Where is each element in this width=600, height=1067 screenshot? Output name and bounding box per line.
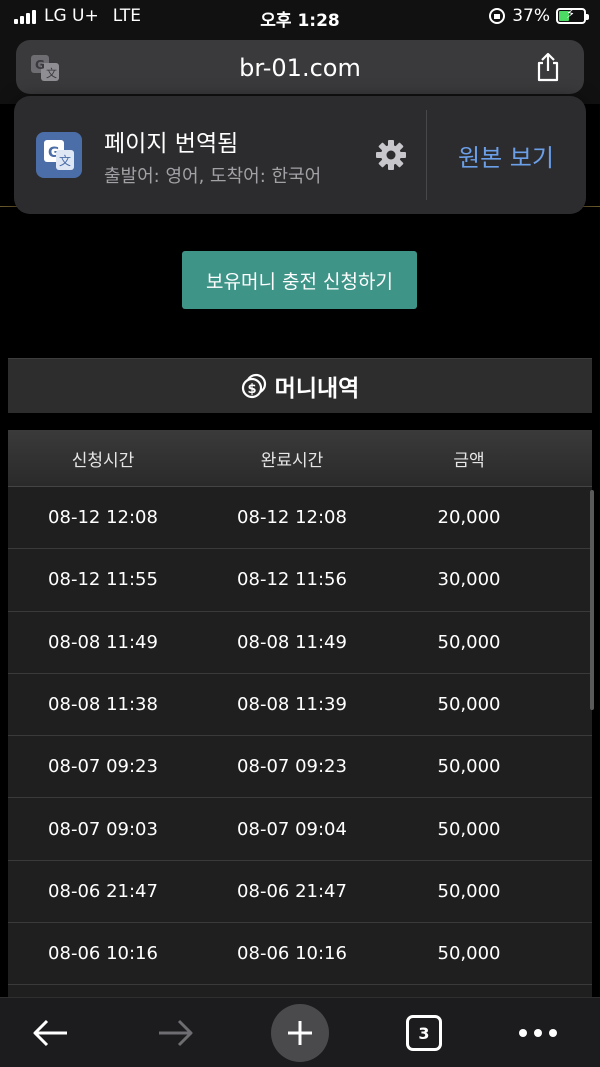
complete-time-cell: 08-07 09:23 xyxy=(237,756,347,778)
tabs-button[interactable]: 3 xyxy=(394,998,454,1067)
request-time-cell: 08-08 11:49 xyxy=(48,631,158,653)
back-button[interactable] xyxy=(20,998,80,1067)
header-request-time: 신청시간 xyxy=(71,450,135,471)
complete-time-cell: 08-08 11:49 xyxy=(237,631,347,653)
money-history-table: 신청시간 완료시간 금액 08-12 12:08 08-12 12:08 20,… xyxy=(8,430,592,1048)
gear-icon[interactable] xyxy=(374,138,408,172)
table-row: 08-06 10:16 08-06 10:16 50,000 xyxy=(8,923,592,986)
page-scrollbar[interactable] xyxy=(590,490,594,710)
tab-count-badge: 3 xyxy=(406,1015,442,1051)
amount-cell: 50,000 xyxy=(437,880,501,902)
status-bar: LG U+ LTE 오후 1:28 37% ⚡ xyxy=(0,0,600,34)
complete-time-cell: 08-06 21:47 xyxy=(237,880,347,902)
table-row: 08-06 21:47 08-06 21:47 50,000 xyxy=(8,860,592,924)
more-menu-button[interactable] xyxy=(508,998,568,1067)
table-row: 08-12 12:08 08-12 12:08 20,000 xyxy=(8,487,592,550)
complete-time-cell: 08-07 09:04 xyxy=(237,818,347,840)
amount-cell: 30,000 xyxy=(437,569,501,591)
show-original-button[interactable]: 원본 보기 xyxy=(426,96,586,214)
amount-cell: 50,000 xyxy=(437,756,501,778)
translation-popup: G 文 페이지 번역됨 출발어: 영어, 도착어: 한국어 원본 보기 xyxy=(14,96,586,214)
complete-time-cell: 08-12 12:08 xyxy=(237,507,347,529)
popup-title: 페이지 번역됨 xyxy=(104,131,239,157)
orientation-lock-icon xyxy=(489,8,506,24)
complete-time-cell: 08-08 11:39 xyxy=(237,694,347,716)
section-title: 머니내역 xyxy=(274,376,360,402)
svg-text:文: 文 xyxy=(59,153,71,168)
forward-button[interactable] xyxy=(146,998,206,1067)
table-row: 08-08 11:38 08-08 11:39 50,000 xyxy=(8,673,592,737)
request-time-cell: 08-08 11:38 xyxy=(48,694,158,716)
header-amount: 금액 xyxy=(453,450,485,471)
forward-arrow-icon xyxy=(159,1019,193,1047)
amount-cell: 50,000 xyxy=(437,694,501,716)
popup-subtitle: 출발어: 영어, 도착어: 한국어 xyxy=(104,166,322,187)
browser-page: LG U+ LTE 오후 1:28 37% ⚡ G 文 br-01.com G … xyxy=(0,0,600,1067)
money-history-header: $ 머니내역 xyxy=(8,358,592,413)
request-time-cell: 08-07 09:03 xyxy=(48,818,158,840)
more-dots-icon xyxy=(519,1029,557,1037)
header-complete-time: 완료시간 xyxy=(260,450,324,471)
table-row: 08-07 09:23 08-07 09:23 50,000 xyxy=(8,736,592,799)
address-bar[interactable]: G 文 br-01.com xyxy=(16,40,584,94)
share-icon[interactable] xyxy=(534,52,562,82)
browser-toolbar: 3 xyxy=(0,997,600,1067)
amount-cell: 20,000 xyxy=(437,507,501,529)
back-arrow-icon xyxy=(33,1019,67,1047)
new-tab-button[interactable] xyxy=(270,998,330,1067)
amount-cell: 50,000 xyxy=(437,943,501,965)
svg-text:$: $ xyxy=(247,382,256,397)
battery-percent: 37% xyxy=(512,6,550,26)
address-bar-area: G 文 br-01.com xyxy=(0,34,600,104)
amount-cell: 50,000 xyxy=(437,631,501,653)
table-row: 08-12 11:55 08-12 11:56 30,000 xyxy=(8,549,592,612)
table-header: 신청시간 완료시간 금액 xyxy=(8,430,592,487)
battery-icon: ⚡ xyxy=(556,7,589,24)
charge-request-button[interactable]: 보유머니 충전 신청하기 xyxy=(182,251,417,309)
complete-time-cell: 08-06 10:16 xyxy=(237,943,347,965)
url-text[interactable]: br-01.com xyxy=(16,54,584,82)
google-translate-icon: G 文 xyxy=(36,132,82,178)
complete-time-cell: 08-12 11:56 xyxy=(237,569,347,591)
table-row: 08-08 11:49 08-08 11:49 50,000 xyxy=(8,611,592,674)
plus-icon xyxy=(288,1021,312,1045)
request-time-cell: 08-12 11:55 xyxy=(48,569,158,591)
request-time-cell: 08-06 10:16 xyxy=(48,943,158,965)
request-time-cell: 08-06 21:47 xyxy=(48,880,158,902)
coin-icon: $ xyxy=(241,373,266,399)
table-row: 08-07 09:03 08-07 09:04 50,000 xyxy=(8,798,592,861)
request-time-cell: 08-12 12:08 xyxy=(48,507,158,529)
request-time-cell: 08-07 09:23 xyxy=(48,756,158,778)
amount-cell: 50,000 xyxy=(437,818,501,840)
